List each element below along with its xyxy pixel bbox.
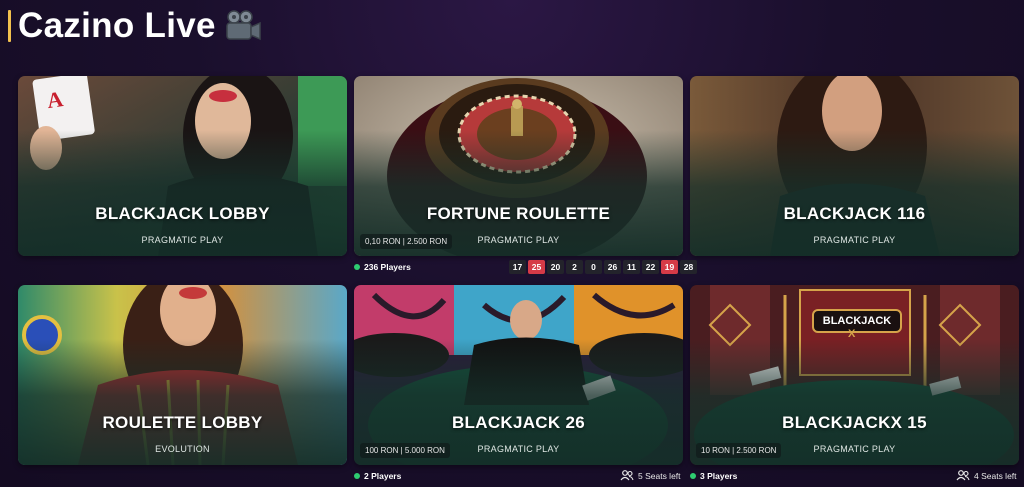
game-title: FORTUNE ROULETTE: [426, 204, 611, 223]
bet-limits: 10 RON | 2.500 RON: [696, 443, 782, 458]
seats-count: 4 Seats left: [974, 470, 1017, 481]
game-card-fortune-roulette[interactable]: FORTUNE ROULETTE PRAGMATIC PLAY 0,10 RON…: [354, 76, 683, 256]
result-number: 0: [585, 260, 602, 274]
game-title: BLACKJACK 116: [783, 204, 926, 223]
result-number: 2: [566, 260, 583, 274]
header-accent-bar: [8, 10, 11, 42]
bet-limits: 0,10 RON | 2.500 RON: [360, 234, 453, 249]
game-card-blackjackx-15[interactable]: BLACKJACK X BLACKJACKX 15 PRAGMATIC PLAY…: [690, 285, 1019, 465]
game-card-blackjack-116[interactable]: BLACKJACK 116 PRAGMATIC PLAY: [690, 76, 1019, 256]
players-count: 3 Players: [700, 471, 738, 481]
table-logo-text: BLACKJACK: [822, 315, 892, 327]
section-title: Cazino Live: [18, 6, 216, 45]
users-icon: [620, 470, 634, 481]
game-card-roulette-lobby[interactable]: ROULETTE LOBBY EVOLUTION: [18, 285, 347, 465]
movie-camera-icon: [226, 10, 261, 41]
players-count: 236 Players: [364, 262, 411, 272]
result-number: 19: [661, 260, 678, 274]
seats-count: 5 Seats left: [638, 470, 681, 481]
result-number: 22: [642, 260, 659, 274]
section-header: Cazino Live: [8, 4, 262, 48]
users-icon: [956, 470, 970, 481]
players-online: 3 Players: [690, 471, 737, 481]
game-card-blackjack-lobby[interactable]: A BLACKJACK LOBBY PRAGMATIC PLAY: [18, 76, 347, 256]
result-number: 20: [547, 260, 564, 274]
seats-left: 4 Seats left: [956, 470, 1017, 481]
result-number: 26: [604, 260, 621, 274]
bet-limits: 100 RON | 5.000 RON: [360, 443, 450, 458]
game-provider: EVOLUTION: [155, 444, 210, 454]
game-title: BLACKJACK 26: [451, 413, 585, 432]
online-dot-icon: [354, 264, 360, 270]
players-online: 2 Players: [354, 471, 401, 481]
game-title: BLACKJACKX 15: [782, 413, 927, 432]
game-provider: PRAGMATIC PLAY: [141, 235, 224, 245]
seats-left: 5 Seats left: [620, 470, 681, 481]
result-number: 17: [509, 260, 526, 274]
players-online: 236 Players: [354, 262, 411, 272]
online-dot-icon: [690, 473, 696, 479]
game-provider: PRAGMATIC PLAY: [813, 235, 896, 245]
recent-results: 17 25 20 2 0 26 11 22 19 28: [509, 260, 697, 274]
result-number: 25: [528, 260, 545, 274]
table-logo: BLACKJACK: [812, 309, 902, 333]
game-title: BLACKJACK LOBBY: [95, 204, 270, 223]
game-title: ROULETTE LOBBY: [102, 413, 263, 432]
players-count: 2 Players: [364, 471, 402, 481]
result-number: 28: [680, 260, 697, 274]
game-card-blackjack-26[interactable]: BLACKJACK 26 PRAGMATIC PLAY 100 RON | 5.…: [354, 285, 683, 465]
result-number: 11: [623, 260, 640, 274]
online-dot-icon: [354, 473, 360, 479]
